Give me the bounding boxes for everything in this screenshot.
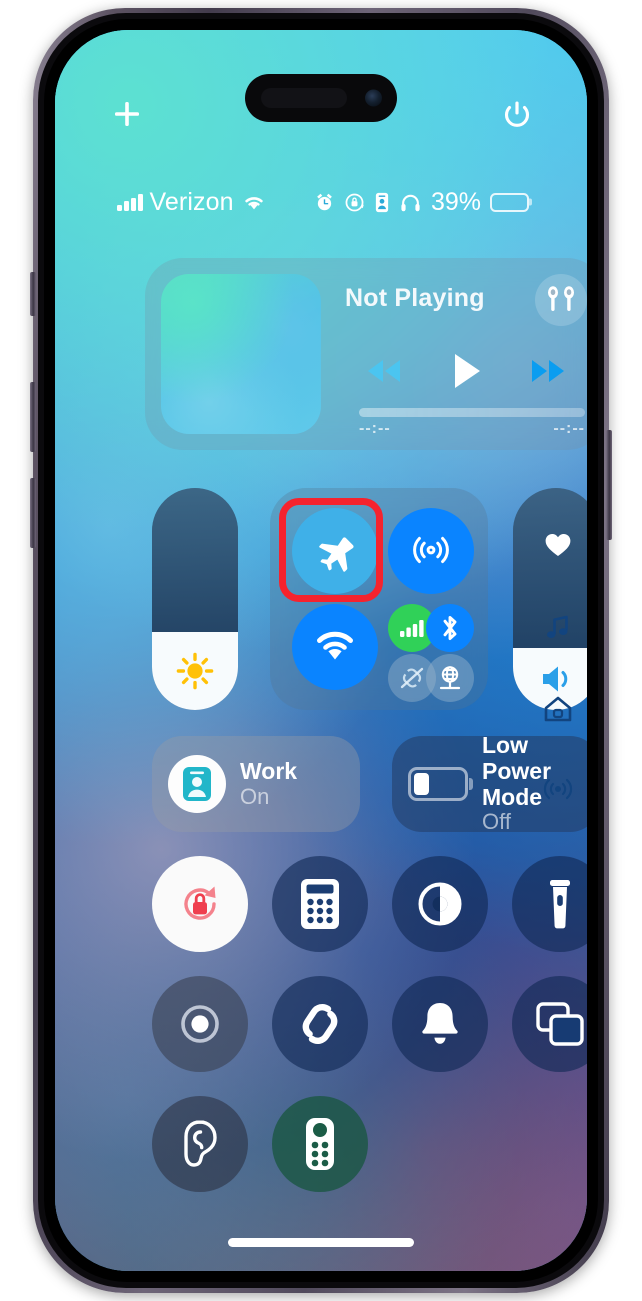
rail-music[interactable] [543, 612, 573, 642]
focus-icon-wrap [168, 755, 226, 813]
wifi-icon [317, 631, 353, 660]
wifi-button[interactable] [292, 604, 378, 690]
plus-icon [115, 102, 139, 126]
power-button[interactable] [499, 96, 535, 132]
bell-icon [422, 1003, 458, 1044]
vpn-globe-icon [439, 666, 461, 690]
battery-low-icon [408, 767, 468, 801]
media-timestamps: --:-- --:-- [359, 420, 585, 438]
headphones-icon [401, 194, 420, 211]
flashlight-icon [550, 880, 570, 929]
brightness-fill [152, 632, 238, 710]
page-rail [543, 530, 573, 806]
status-bar-left: Verizon [117, 187, 267, 216]
calculator-button[interactable] [272, 856, 368, 952]
rewind-button[interactable] [362, 356, 406, 386]
front-camera [365, 89, 382, 107]
elapsed-time: --:-- [359, 420, 391, 437]
hearing-button[interactable] [152, 1096, 248, 1192]
signal-bars-icon [117, 193, 143, 211]
focus-text: Work On [240, 757, 298, 809]
remote-icon [306, 1118, 334, 1170]
rail-favorites[interactable] [543, 530, 573, 560]
home-indicator[interactable] [228, 1238, 414, 1247]
dark-mode-button[interactable] [392, 856, 488, 952]
dynamic-island [245, 74, 397, 122]
power-icon [504, 101, 530, 127]
side-power-button[interactable] [606, 430, 612, 540]
airdrop-button[interactable] [388, 508, 474, 594]
airplane-mode-highlight-box [279, 498, 383, 602]
record-icon [181, 1005, 219, 1043]
airplay-button[interactable] [535, 274, 587, 326]
media-controls [341, 346, 587, 396]
vpn-button[interactable] [426, 654, 474, 702]
status-bar-right: 39% [314, 187, 529, 216]
sun-icon [176, 652, 214, 690]
music-note-icon [547, 615, 568, 638]
wifi-icon [244, 197, 263, 210]
shazam-button[interactable] [272, 976, 368, 1072]
heart-icon [545, 534, 571, 556]
screen-mirroring-button[interactable] [512, 976, 587, 1072]
bluetooth-button[interactable] [426, 604, 474, 652]
carrier-label: Verizon [149, 187, 234, 216]
media-artwork[interactable] [161, 274, 321, 434]
low-power-subtitle: Off [482, 809, 511, 835]
volume-down-button[interactable] [30, 478, 36, 548]
alarm-ringer-button[interactable] [392, 976, 488, 1072]
bluetooth-icon [443, 615, 457, 641]
screen-recording-button[interactable] [152, 976, 248, 1072]
apple-tv-remote-button[interactable] [272, 1096, 368, 1192]
rail-home[interactable] [543, 694, 573, 724]
battery-percent-label: 39% [430, 187, 481, 216]
rotation-lock-icon [184, 886, 216, 920]
brightness-track [152, 488, 238, 633]
screen-id-icon [375, 192, 389, 212]
flashlight-button[interactable] [512, 856, 587, 952]
connectivity-icon [543, 778, 573, 800]
phone-screen: Verizon 39% Not Playing --:-- --:-- Work… [55, 30, 587, 1271]
rail-connectivity[interactable] [543, 776, 573, 806]
shazam-icon [302, 1004, 338, 1044]
battery-icon [490, 192, 529, 212]
status-bar: Verizon 39% [55, 185, 587, 219]
phone-bezel: Verizon 39% Not Playing --:-- --:-- Work… [44, 19, 598, 1282]
ear-icon [184, 1120, 217, 1167]
contrast-circle-icon [418, 882, 462, 926]
action-button[interactable] [30, 272, 36, 316]
play-icon [454, 354, 480, 388]
cellular-bars-icon [400, 620, 424, 637]
media-title: Not Playing [345, 284, 485, 312]
remaining-time: --:-- [553, 420, 585, 437]
brightness-slider[interactable] [152, 488, 238, 710]
focus-tile[interactable]: Work On [152, 736, 360, 832]
fast-forward-icon [531, 360, 564, 382]
earpiece-speaker [261, 88, 347, 108]
media-progress-bar[interactable] [359, 408, 585, 417]
focus-title: Work [240, 757, 298, 784]
airpods-icon [548, 286, 574, 311]
rotation-lock-icon [345, 193, 364, 211]
focus-subtitle: On [240, 783, 270, 809]
phone-screenshot: Verizon 39% Not Playing --:-- --:-- Work… [0, 0, 642, 1301]
rotation-lock-button[interactable] [152, 856, 248, 952]
add-control-button[interactable] [109, 96, 145, 132]
alarm-icon [317, 193, 332, 210]
hotspot-icon [400, 667, 424, 689]
volume-up-button[interactable] [30, 382, 36, 452]
airdrop-icon [413, 536, 449, 564]
id-badge-icon [183, 767, 211, 801]
home-icon [544, 696, 572, 722]
rewind-icon [368, 360, 401, 382]
calculator-icon [301, 879, 339, 929]
fast-forward-button[interactable] [526, 356, 570, 386]
play-button[interactable] [449, 351, 483, 391]
screen-mirroring-icon [536, 1002, 584, 1046]
media-module[interactable]: Not Playing --:-- --:-- [145, 258, 587, 450]
